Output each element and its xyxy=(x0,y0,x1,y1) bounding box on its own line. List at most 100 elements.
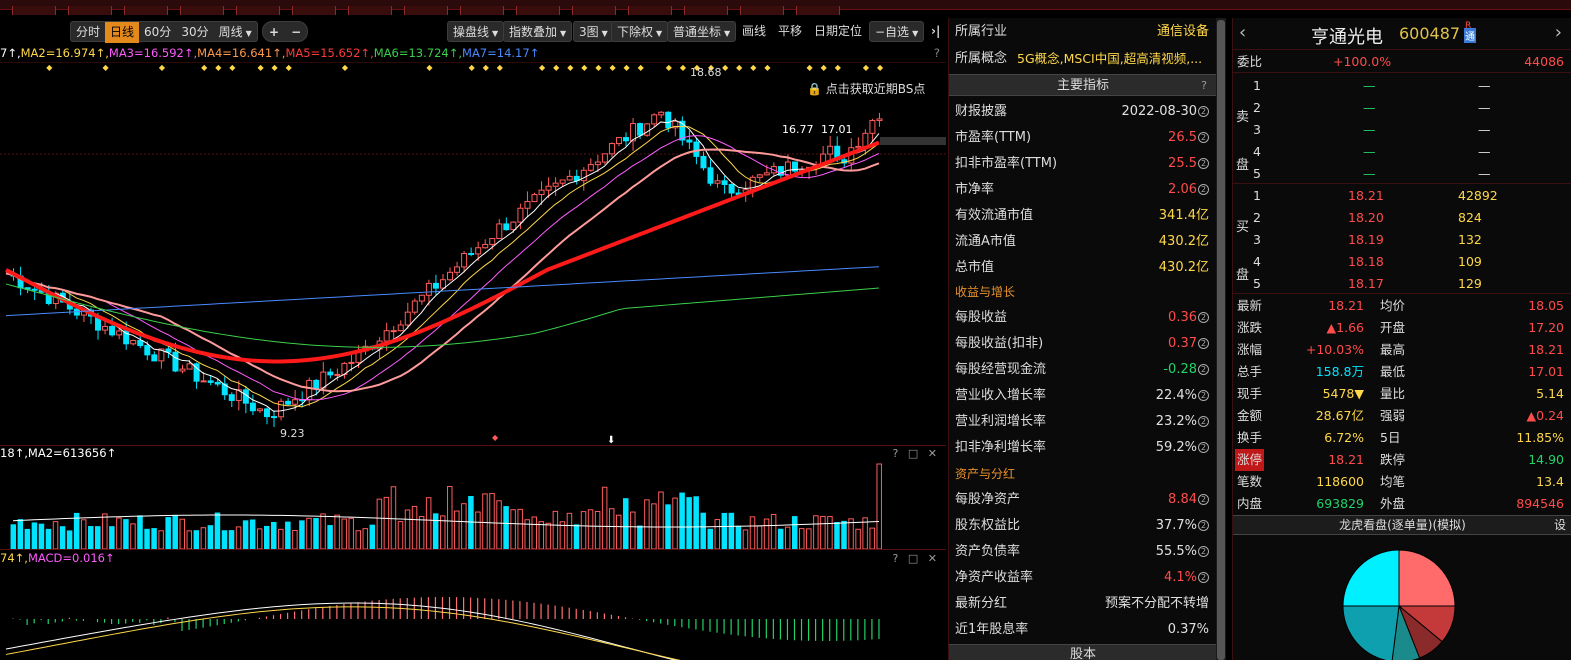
volume-bar xyxy=(186,530,193,549)
ex-rights-button[interactable]: 下除权 ▼ xyxy=(611,21,669,42)
detail-icon[interactable]: 2 xyxy=(1198,132,1209,143)
volume-bar xyxy=(362,528,369,549)
caopanxian-button[interactable]: 操盘线 ▼ xyxy=(447,21,505,42)
ask-level[interactable]: 2— — xyxy=(1233,97,1571,119)
macd-pane-controls[interactable]: ? □ ✕ xyxy=(893,551,940,566)
indicator-row[interactable]: 财报披露 2022-08-30 2 xyxy=(955,102,1213,122)
indicator-row[interactable]: 资产负债率 55.5% 2 xyxy=(955,542,1213,562)
tab-30min[interactable]: 30分 xyxy=(176,25,213,39)
info-scrollbar[interactable] xyxy=(1216,18,1226,660)
ma7-value: MA7=14.17↑ xyxy=(462,46,540,60)
ask-level[interactable]: 1— — xyxy=(1233,75,1571,97)
main-indicators-header[interactable]: 主要指标 ? xyxy=(949,74,1217,96)
volume-bar xyxy=(545,522,552,549)
indicator-row[interactable]: 营业利润增长率 23.2% 2 xyxy=(955,412,1213,432)
indicator-row[interactable]: 净资产收益率 4.1% 2 xyxy=(955,568,1213,588)
tab-60min[interactable]: 60分 xyxy=(139,25,176,39)
candlestick-chart[interactable]: ◆ ◆ ◆ ◆ ◆ ◆ ◆ ◆ ◆ ◆ ◆ ◆ ◆ ◆ ◆ ◆ ◆ ◆ ◆ ◆ ◆ ◆ ◆ ◆ ◆ ◆ ◆ ◆ ◆ ◆ ◆ ◆ ◆ ◆ ◆◆ ⬇ xyxy=(0,62,946,445)
ask-level[interactable]: 4— — xyxy=(1233,141,1571,163)
three-chart-button[interactable]: 3图 ▼ xyxy=(573,21,614,42)
axis-type-button[interactable]: 普通坐标 ▼ xyxy=(667,21,737,42)
volume-bar xyxy=(763,518,770,549)
indicator-row[interactable]: 流通A市值 430.2亿 xyxy=(955,232,1213,252)
detail-icon[interactable]: 2 xyxy=(1198,312,1209,323)
volume-pane-controls[interactable]: ? □ ✕ xyxy=(893,446,940,461)
svg-text:◆: ◆ xyxy=(159,63,166,72)
watchlist-button[interactable]: −自选 ▼ xyxy=(869,21,925,42)
indicator-row[interactable]: 总市值 430.2亿 xyxy=(955,258,1213,278)
detail-icon[interactable]: 2 xyxy=(1198,158,1209,169)
bid-level[interactable]: 4 18.18 109 xyxy=(1233,251,1571,273)
tab-weekly[interactable]: 周线 ▼ xyxy=(214,25,257,39)
prev-stock-icon[interactable]: ‹ xyxy=(1239,22,1246,43)
date-locate-button[interactable]: 日期定位 xyxy=(809,21,867,42)
bid-level[interactable]: 3 18.19 132 xyxy=(1233,229,1571,251)
ask-level[interactable]: 5— — xyxy=(1233,163,1571,185)
ask-level[interactable]: 3— — xyxy=(1233,119,1571,141)
detail-icon[interactable]: 2 xyxy=(1198,494,1209,505)
detail-icon[interactable]: 2 xyxy=(1198,338,1209,349)
svg-text:◆: ◆ xyxy=(595,63,602,72)
detail-icon[interactable]: 2 xyxy=(1198,572,1209,583)
concept-value[interactable]: 5G概念,MSCI中国,超高清视频,... xyxy=(1017,49,1202,69)
longhu-header[interactable]: 龙虎看盘(逐单量)(模拟) 设 xyxy=(1233,515,1571,535)
settings-button[interactable]: 设 xyxy=(1554,516,1566,535)
volume-bar xyxy=(432,513,439,549)
detail-icon[interactable]: 2 xyxy=(1198,364,1209,375)
detail-icon[interactable]: 2 xyxy=(1198,390,1209,401)
volume-bar xyxy=(263,525,270,549)
stat-row: 涨幅 +10.03% 最高 18.21 xyxy=(1237,342,1564,357)
help-icon[interactable]: ? xyxy=(1201,75,1207,96)
indicator-row[interactable]: 最新分红 预案不分配不转增 xyxy=(955,594,1213,614)
volume-bar xyxy=(235,526,242,549)
svg-text:◆: ◆ xyxy=(286,63,293,72)
tab-fenshi[interactable]: 分时 xyxy=(71,25,105,39)
bid-level[interactable]: 5 18.17 129 xyxy=(1233,273,1571,295)
collapse-panel-button[interactable]: ›| xyxy=(926,21,945,42)
bid-level[interactable]: 2 18.20 824 xyxy=(1233,207,1571,229)
bid-level[interactable]: 1 18.21 42892 xyxy=(1233,185,1571,207)
indicator-row[interactable]: 有效流通市值 341.4亿 xyxy=(955,206,1213,226)
indicator-row[interactable]: 股东权益比 37.7% 2 xyxy=(955,516,1213,536)
pan-button[interactable]: 平移 xyxy=(773,21,807,42)
indicator-row[interactable]: 近1年股息率 0.37% xyxy=(955,620,1213,640)
svg-text:◆: ◆ xyxy=(46,63,53,72)
draw-line-button[interactable]: 画线 xyxy=(737,21,771,42)
detail-icon[interactable]: 2 xyxy=(1198,442,1209,453)
candle xyxy=(214,381,221,385)
indicator-row[interactable]: 市盈率(TTM) 26.5 2 xyxy=(955,128,1213,148)
detail-icon[interactable]: 2 xyxy=(1198,184,1209,195)
detail-icon[interactable]: 2 xyxy=(1198,520,1209,531)
zoom-out-button[interactable]: − xyxy=(285,25,307,39)
detail-icon[interactable]: 2 xyxy=(1198,546,1209,557)
indicator-row[interactable]: 每股收益(扣非) 0.37 2 xyxy=(955,334,1213,354)
volume-bar xyxy=(66,530,73,549)
detail-icon[interactable]: 2 xyxy=(1198,416,1209,427)
next-stock-icon[interactable]: › xyxy=(1555,22,1562,43)
indicator-row[interactable]: 营业收入增长率 22.4% 2 xyxy=(955,386,1213,406)
candle xyxy=(130,340,137,345)
indicator-row[interactable]: 扣非市盈率(TTM) 25.5 2 xyxy=(955,154,1213,174)
zoom-in-button[interactable]: + xyxy=(263,25,285,39)
svg-text:◆: ◆ xyxy=(680,63,687,72)
volume-bar xyxy=(214,512,221,549)
indicator-row[interactable]: 市净率 2.06 2 xyxy=(955,180,1213,200)
app-window: { "toolbar": { "period_tabs": ["分时","日线"… xyxy=(0,0,1571,660)
volume-bar xyxy=(827,516,833,549)
volume-bar xyxy=(87,526,94,549)
indicator-row[interactable]: 每股经营现金流 -0.28 2 xyxy=(955,360,1213,380)
candle xyxy=(172,351,179,372)
volume-bar xyxy=(496,500,502,549)
index-overlay-button[interactable]: 指数叠加 ▼ xyxy=(503,21,573,42)
indicator-row[interactable]: 每股收益 0.36 2 xyxy=(955,308,1213,328)
indicator-row[interactable]: 每股净资产 8.84 2 xyxy=(955,490,1213,510)
volume-bar xyxy=(784,526,791,549)
tab-daily[interactable]: 日线 xyxy=(105,22,140,43)
indicator-row[interactable]: 扣非净利增长率 59.2% 2 xyxy=(955,438,1213,458)
volume-bar xyxy=(714,519,721,549)
help-icon[interactable]: ? xyxy=(934,45,940,62)
detail-icon[interactable]: 2 xyxy=(1198,106,1209,117)
bs-points-link[interactable]: 🔒 点击获取近期BS点 xyxy=(807,80,925,97)
equity-header[interactable]: 股本 xyxy=(949,644,1217,660)
industry-value[interactable]: 通信设备 xyxy=(1157,22,1209,42)
